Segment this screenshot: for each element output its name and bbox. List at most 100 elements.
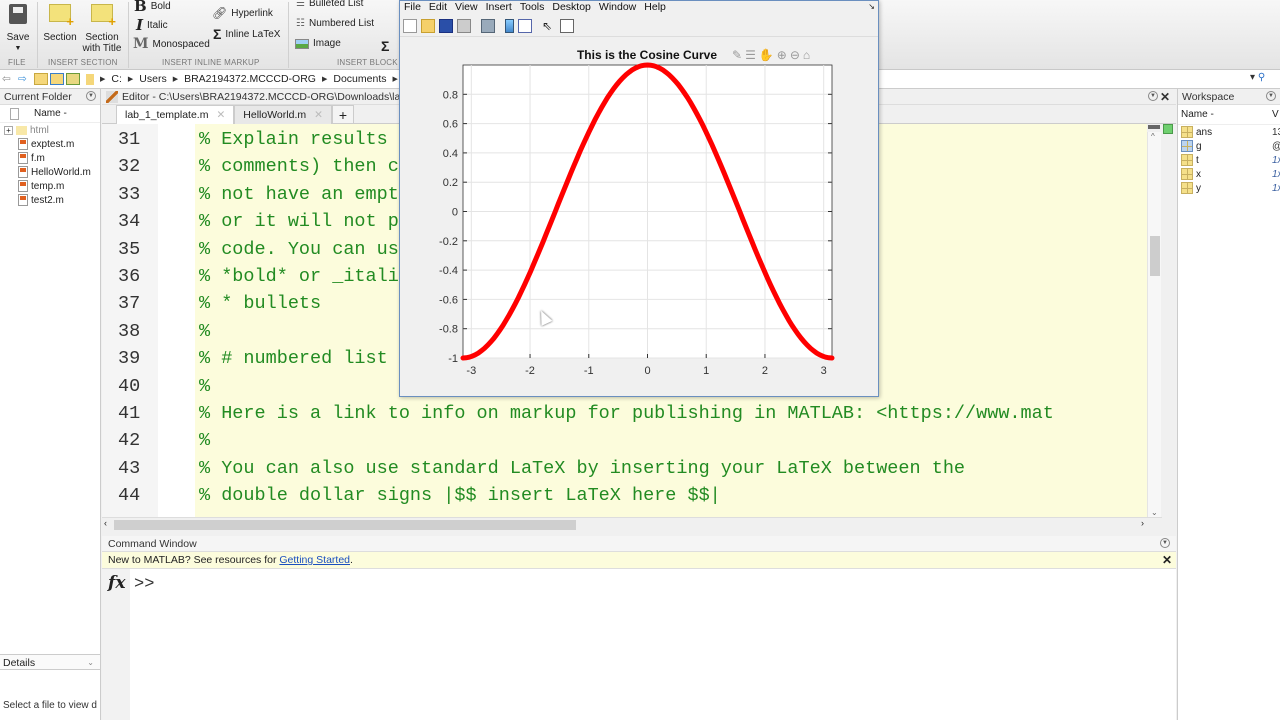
inline-latex-button[interactable]: Σ Inline LaTeX — [213, 26, 280, 42]
tab-helloworld[interactable]: HelloWorld.m ✕ — [234, 105, 332, 124]
command-prompt[interactable]: >> — [134, 575, 154, 594]
function-browser-icon[interactable]: fx — [108, 573, 125, 593]
y-tick-label: -0.8 — [439, 324, 458, 336]
panel-menu-icon[interactable]: ▼ — [1266, 91, 1276, 101]
browse-folder-icon[interactable] — [50, 73, 64, 85]
workspace-variable[interactable]: y 1x — [1178, 181, 1280, 195]
editor-vertical-scrollbar[interactable]: ^ ⌄ — [1147, 132, 1161, 517]
close-tab-icon[interactable]: ✕ — [216, 106, 225, 124]
panel-menu-icon[interactable]: ▼ — [1160, 538, 1170, 548]
list-item[interactable]: exptest.m — [0, 137, 100, 151]
search-icon[interactable]: ▾ ⚲ — [1250, 72, 1265, 83]
list-item[interactable]: f.m — [0, 151, 100, 165]
new-tab-button[interactable]: + — [331, 105, 354, 123]
close-icon[interactable]: ✕ — [1162, 552, 1172, 569]
numbered-list-button[interactable]: ☷ Numbered List — [296, 18, 374, 29]
scroll-down-icon[interactable]: ⌄ — [1151, 508, 1158, 517]
x-tick-label: -2 — [525, 365, 535, 377]
list-item[interactable]: test2.m — [0, 193, 100, 207]
variable-name: x — [1196, 168, 1201, 180]
variable-name: t — [1196, 154, 1199, 166]
script-file-icon — [18, 180, 28, 192]
editor-horizontal-scrollbar[interactable]: ‹ › — [102, 517, 1162, 531]
code-line[interactable]: 44 % double dollar signs |$$ insert LaTeX… — [102, 482, 1147, 509]
variable-value: 1x — [1272, 168, 1280, 180]
monospaced-button[interactable]: M Monospaced — [133, 36, 210, 52]
scrollbar-thumb[interactable] — [1150, 236, 1160, 276]
insert-section-with-title-button[interactable]: Section with Title — [82, 4, 122, 54]
bold-button[interactable]: B Bold — [134, 0, 171, 15]
close-tab-icon[interactable]: ✕ — [314, 106, 323, 124]
panel-menu-icon[interactable]: ▼ — [1148, 91, 1158, 101]
italic-button[interactable]: I Italic — [136, 16, 168, 34]
code-line[interactable]: 43 % You can also use standard LaTeX by i… — [102, 455, 1147, 482]
variable-name: y — [1196, 182, 1201, 194]
save-button[interactable]: Save ▼ — [4, 4, 32, 54]
folder-icon — [16, 125, 27, 135]
forward-icon[interactable]: ⇨ — [18, 73, 32, 85]
scroll-up-icon[interactable]: ^ — [1151, 132, 1155, 141]
y-tick-label: -0.2 — [439, 236, 458, 248]
column-header-name[interactable]: Name - — [0, 105, 100, 123]
line-number: 42 — [118, 430, 141, 452]
comment-text: % You can also use standard LaTeX by ins… — [199, 457, 966, 479]
bulleted-list-button[interactable]: ☰ Bulleted List — [296, 0, 363, 9]
bold-icon: B — [134, 0, 147, 15]
scroll-left-icon[interactable]: ‹ — [104, 518, 107, 528]
display-latex-button[interactable]: Σ — [381, 38, 389, 54]
variable-value: 1x — [1272, 182, 1280, 194]
x-tick-label: 3 — [821, 365, 827, 377]
workspace-title: Workspace ▼ — [1178, 89, 1280, 105]
y-tick-label: -0.4 — [439, 265, 458, 277]
line-number: 37 — [118, 293, 141, 315]
monospaced-icon: M — [133, 36, 149, 52]
section-title-icon — [91, 4, 116, 27]
up-folder-icon[interactable] — [34, 73, 48, 85]
figure-window: File Edit View Insert Tools Desktop Window Help… — [399, 0, 879, 397]
workspace-variable[interactable]: g@ — [1178, 139, 1280, 153]
list-item[interactable]: + html — [0, 123, 100, 137]
crumb-user[interactable]: BRA2194372.MCCCD-ORG — [184, 73, 316, 85]
line-number: 41 — [118, 403, 141, 424]
tab-lab-1-template[interactable]: lab_1_template.m ✕ — [116, 105, 235, 124]
code-line[interactable]: 42% — [102, 427, 1147, 454]
pencil-icon — [106, 91, 118, 103]
section-icon — [49, 4, 74, 27]
breadcrumb[interactable]: ▶ C: ▶ Users ▶ BRA2194372.MCCCD-ORG ▶ Docume… — [86, 73, 420, 85]
image-button[interactable]: Image — [295, 38, 341, 49]
insert-section-button[interactable]: Section — [42, 4, 78, 43]
command-window[interactable]: fx >> — [102, 569, 1176, 720]
details-text: Select a file to view d — [3, 700, 97, 711]
panel-menu-icon[interactable]: ▼ — [86, 91, 96, 101]
crumb-documents[interactable]: Documents — [333, 73, 386, 85]
workspace-column-header[interactable]: Name - V — [1178, 105, 1280, 125]
hyperlink-button[interactable]: 🔗︎ Hyperlink — [212, 6, 273, 20]
close-icon[interactable]: ✕ — [1160, 89, 1170, 105]
object-icon — [1181, 140, 1193, 152]
back-icon[interactable]: ⇦ — [2, 73, 16, 85]
code-analyzer-status-icon[interactable] — [1163, 124, 1173, 134]
cosine-plot[interactable]: -3 -2 -1 0 1 2 3 -1 -0.8 -0.6 -0.4 -0.2 0 0.2 0.4 0.6 0.… — [400, 1, 880, 398]
bulleted-list-icon: ☰ — [296, 0, 305, 9]
getting-started-link[interactable]: Getting Started — [279, 554, 350, 566]
sigma-icon: Σ — [213, 26, 222, 42]
crumb-drive[interactable]: C: — [111, 73, 122, 85]
list-item[interactable]: HelloWorld.m — [0, 165, 100, 179]
getting-started-notice: New to MATLAB? See resources for Getting… — [102, 552, 1176, 569]
italic-icon: I — [136, 16, 144, 34]
code-line[interactable]: 41 % Here is a link to info on markup for… — [102, 400, 1147, 427]
scrollbar-thumb[interactable] — [114, 520, 576, 530]
comment-text: % *bold* or _italic_ — [199, 266, 422, 287]
crumb-users[interactable]: Users — [139, 73, 166, 85]
current-folder-panel: Current Folder ▼ Name - + html exptest.m… — [0, 89, 101, 720]
scroll-right-icon[interactable]: › — [1141, 518, 1144, 528]
details-panel-header[interactable]: Details ⌄ — [0, 654, 100, 670]
workspace-variable[interactable]: x 1x — [1178, 167, 1280, 181]
parent-folder-icon[interactable] — [66, 73, 80, 85]
workspace-variable[interactable]: ans 13 — [1178, 125, 1280, 139]
x-tick-label: 1 — [703, 365, 709, 377]
function-file-icon — [18, 166, 28, 178]
list-item[interactable]: temp.m — [0, 179, 100, 193]
line-number: 35 — [118, 238, 141, 260]
workspace-variable[interactable]: t 1x — [1178, 153, 1280, 167]
